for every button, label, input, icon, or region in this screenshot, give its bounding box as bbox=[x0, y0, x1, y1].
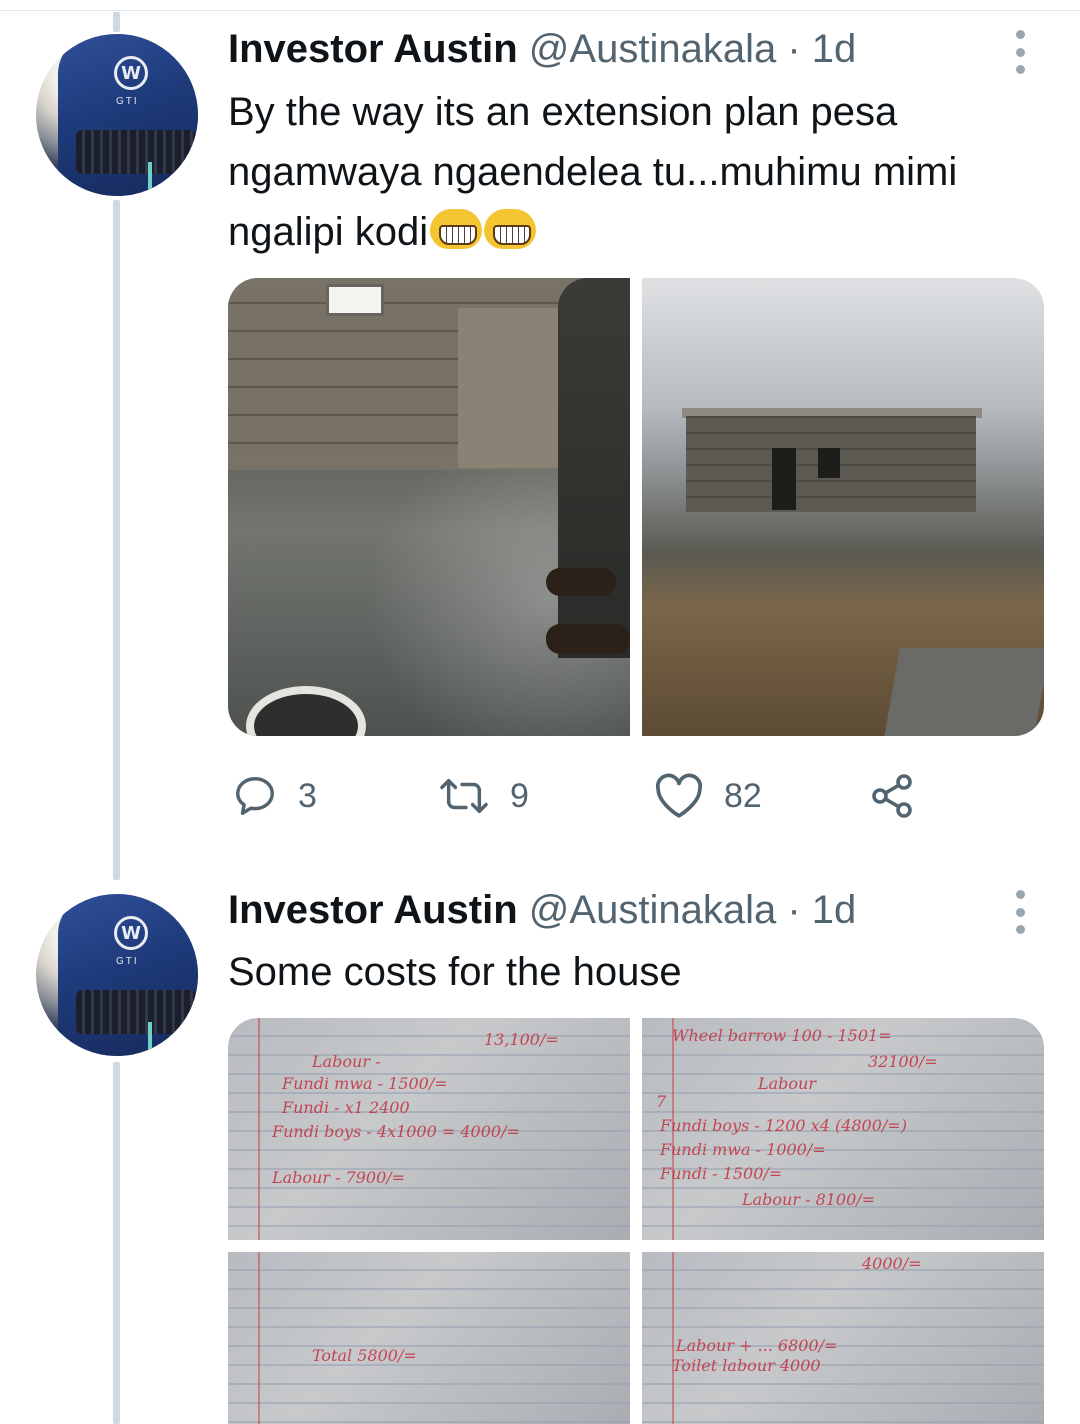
reply-count: 3 bbox=[298, 776, 317, 815]
thread-connector bbox=[113, 1062, 120, 1424]
media-photo-cost-note-4[interactable]: 4000/= Labour + ... 6800/= Toilet labour… bbox=[642, 1252, 1044, 1424]
tweet-media-grid: 13,100/= Labour - Fundi mwa - 1500/= Fun… bbox=[228, 1018, 1044, 1424]
media-photo-cost-note-1[interactable]: 13,100/= Labour - Fundi mwa - 1500/= Fun… bbox=[228, 1018, 630, 1240]
avatar[interactable]: W GTI bbox=[36, 894, 198, 1056]
heart-icon bbox=[655, 773, 703, 818]
retweet-button[interactable]: 9 bbox=[438, 768, 529, 824]
share-button[interactable] bbox=[868, 768, 916, 824]
vw-logo-icon: W bbox=[114, 56, 148, 90]
media-photo-house-exterior[interactable] bbox=[642, 278, 1044, 736]
thread-connector bbox=[113, 200, 120, 880]
vw-logo-icon: W bbox=[114, 916, 148, 950]
like-count: 82 bbox=[724, 776, 762, 815]
avatar[interactable]: W GTI bbox=[36, 34, 198, 196]
tweet-time[interactable]: · 1d bbox=[787, 27, 856, 71]
like-button[interactable]: 82 bbox=[654, 768, 762, 824]
thread-connector bbox=[113, 12, 120, 32]
retweet-icon bbox=[440, 778, 488, 814]
tweet-time[interactable]: · 1d bbox=[787, 888, 856, 932]
display-name[interactable]: Investor Austin bbox=[228, 27, 518, 71]
media-photo-concrete-floor[interactable] bbox=[228, 278, 630, 736]
retweet-count: 9 bbox=[510, 776, 529, 815]
display-name[interactable]: Investor Austin bbox=[228, 888, 518, 932]
grinning-squinting-face-icon bbox=[430, 209, 483, 249]
media-photo-cost-note-2[interactable]: Wheel barrow 100 - 1501= 32100/= Labour … bbox=[642, 1018, 1044, 1240]
more-options-icon[interactable] bbox=[1012, 890, 1028, 934]
tweet-header: Investor Austin @Austinakala · 1d bbox=[228, 26, 856, 72]
timeline-divider bbox=[0, 10, 1080, 11]
more-options-icon[interactable] bbox=[1012, 30, 1028, 74]
reply-icon bbox=[236, 777, 274, 815]
user-handle[interactable]: @Austinakala bbox=[529, 888, 776, 932]
media-photo-cost-note-3[interactable]: Total 5800/= bbox=[228, 1252, 630, 1424]
user-handle[interactable]: @Austinakala bbox=[529, 27, 776, 71]
tweet-text: Some costs for the house bbox=[228, 950, 682, 994]
gti-badge: GTI bbox=[116, 96, 139, 107]
reply-button[interactable]: 3 bbox=[232, 768, 317, 824]
share-icon bbox=[872, 774, 912, 818]
tweet-header: Investor Austin @Austinakala · 1d bbox=[228, 887, 856, 933]
tweet-media-grid bbox=[228, 278, 1044, 736]
gti-badge: GTI bbox=[116, 956, 139, 967]
grinning-squinting-face-icon bbox=[484, 209, 537, 249]
tweet-text: By the way its an extension plan pesa ng… bbox=[228, 90, 958, 254]
tweet-actions: 3 9 82 bbox=[228, 768, 1028, 824]
